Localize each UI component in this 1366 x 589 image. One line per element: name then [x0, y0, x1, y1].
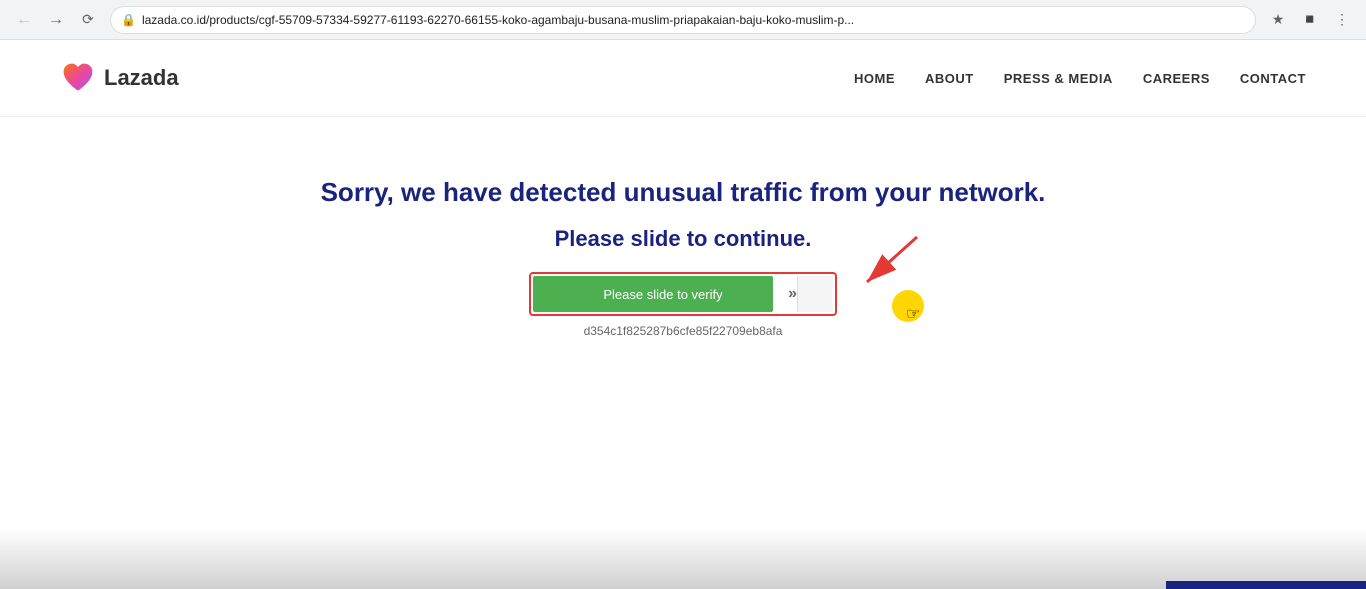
- url-text: lazada.co.id/products/cgf-55709-57334-59…: [142, 13, 854, 27]
- extensions-button[interactable]: ◾: [1296, 6, 1324, 34]
- browser-actions: ★ ◾ ⋮: [1264, 6, 1356, 34]
- nav-press-media[interactable]: PRESS & MEDIA: [1004, 71, 1113, 86]
- bottom-scrollbar[interactable]: [1166, 581, 1366, 589]
- bottom-gradient: [0, 529, 1366, 589]
- slider-handle[interactable]: [797, 276, 833, 312]
- logo-text: Lazada: [104, 65, 179, 91]
- bookmark-star-button[interactable]: ★: [1264, 6, 1292, 34]
- nav-about[interactable]: ABOUT: [925, 71, 974, 86]
- slider-fill: [533, 276, 773, 312]
- slider-outer-border: Please slide to verify »: [529, 272, 837, 316]
- slider-wrapper: Please slide to verify »: [529, 272, 837, 316]
- sorry-message: Sorry, we have detected unusual traffic …: [321, 177, 1046, 208]
- main-content: Sorry, we have detected unusual traffic …: [0, 117, 1366, 338]
- nav-buttons: ← → ⟳: [10, 6, 102, 34]
- slide-prompt: Please slide to continue.: [555, 226, 812, 252]
- site-nav: HOME ABOUT PRESS & MEDIA CAREERS CONTACT: [854, 71, 1306, 86]
- page-content: Lazada HOME ABOUT PRESS & MEDIA CAREERS …: [0, 40, 1366, 589]
- address-bar[interactable]: 🔒 lazada.co.id/products/cgf-55709-57334-…: [110, 6, 1256, 34]
- browser-chrome: ← → ⟳ 🔒 lazada.co.id/products/cgf-55709-…: [0, 0, 1366, 40]
- reload-button[interactable]: ⟳: [74, 6, 102, 34]
- nav-contact[interactable]: CONTACT: [1240, 71, 1306, 86]
- nav-careers[interactable]: CAREERS: [1143, 71, 1210, 86]
- slider-track[interactable]: Please slide to verify »: [533, 276, 833, 312]
- back-button[interactable]: ←: [10, 6, 38, 34]
- lock-icon: 🔒: [121, 13, 136, 27]
- nav-home[interactable]: HOME: [854, 71, 895, 86]
- forward-button[interactable]: →: [42, 6, 70, 34]
- site-header: Lazada HOME ABOUT PRESS & MEDIA CAREERS …: [0, 40, 1366, 117]
- cursor-circle-area: ☞: [892, 290, 932, 330]
- more-button[interactable]: ⋮: [1328, 6, 1356, 34]
- hash-text: d354c1f825287b6cfe85f22709eb8afa: [584, 324, 783, 338]
- lazada-logo-icon: [60, 60, 96, 96]
- slider-arrows-icon: »: [788, 285, 797, 303]
- logo-area: Lazada: [60, 60, 179, 96]
- cursor-icon: ☞: [906, 304, 920, 324]
